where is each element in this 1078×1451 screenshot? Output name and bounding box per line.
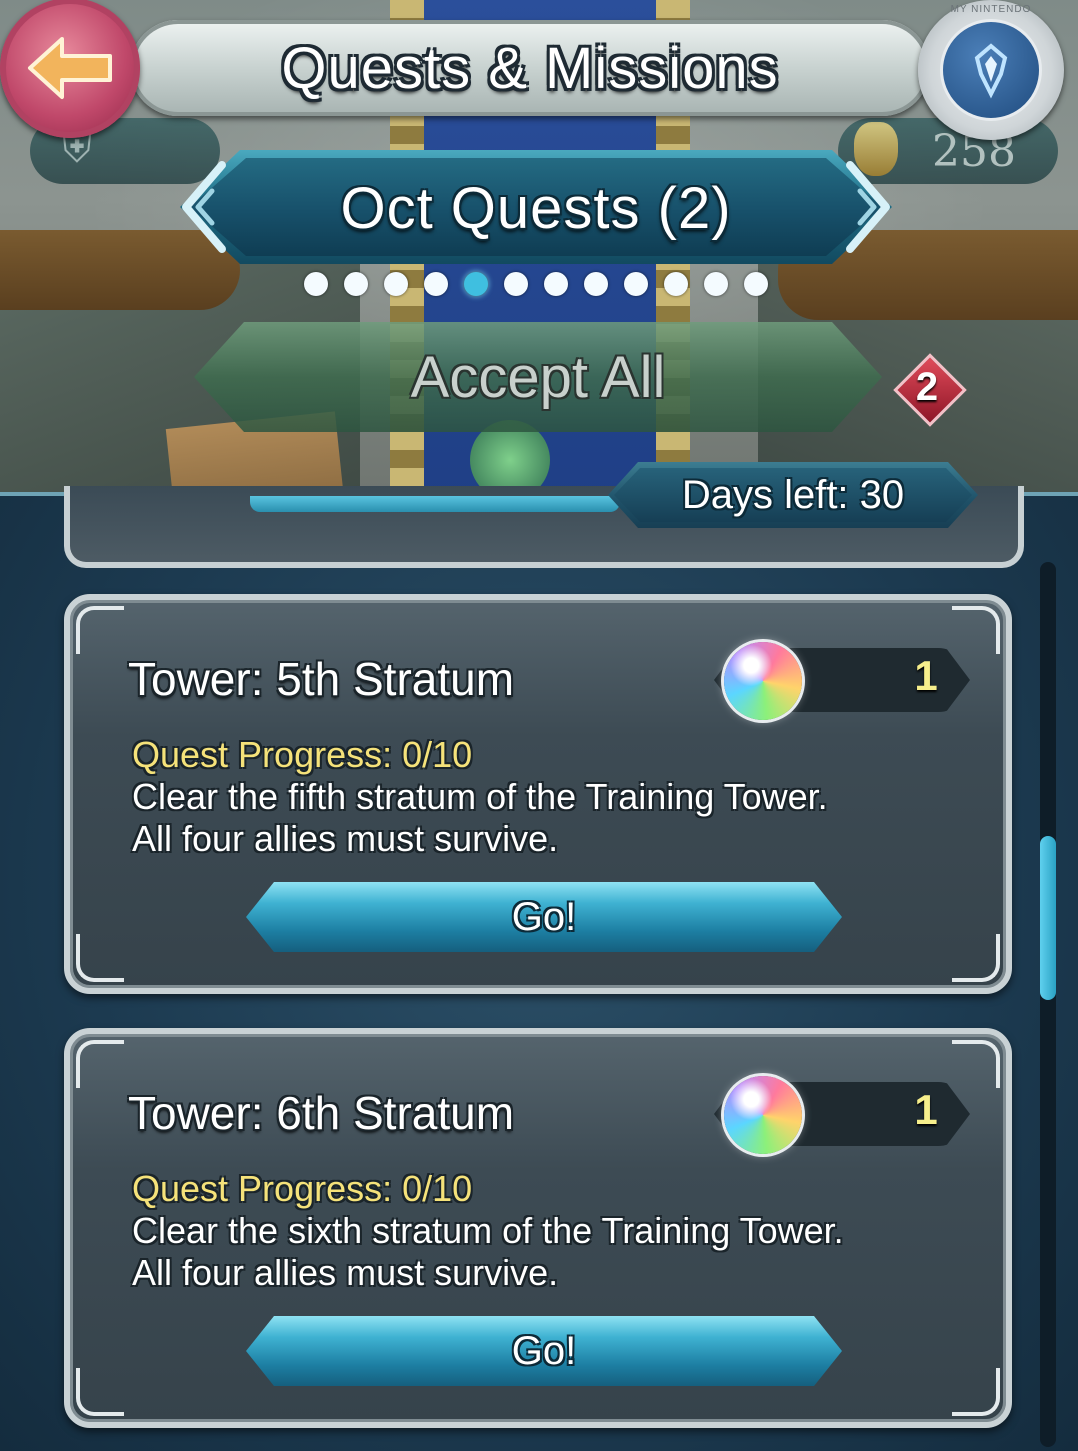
go-button-label[interactable]: Go! <box>246 882 842 952</box>
quest-description-line: All four allies must survive. <box>132 818 559 859</box>
quest-description-line: Clear the sixth stratum of the Training … <box>132 1210 844 1251</box>
quest-card-partial-button <box>250 496 620 512</box>
page-dot[interactable] <box>504 272 528 296</box>
card-corner <box>952 934 1000 982</box>
my-nintendo-badge[interactable]: MY NINTENDO <box>918 0 1064 140</box>
prev-quest-set-button[interactable] <box>160 150 250 264</box>
page-dot[interactable] <box>584 272 608 296</box>
title-bar: Quests & Missions <box>130 20 930 116</box>
page-dot[interactable] <box>544 272 568 296</box>
accept-count: 2 <box>915 364 939 409</box>
page-dot[interactable] <box>384 272 408 296</box>
chevron-left-icon <box>182 161 226 253</box>
scrollbar-thumb[interactable] <box>1040 836 1056 1000</box>
badge-ring-text: MY NINTENDO <box>950 4 1032 15</box>
page-indicator <box>304 272 768 296</box>
my-nintendo-badge-icon <box>940 19 1042 121</box>
days-left-label: Days left: 30 <box>681 472 905 517</box>
quest-progress: Quest Progress: 0/10 <box>132 1168 473 1209</box>
rainbow-orb-icon <box>724 642 802 720</box>
page-title: Quests & Missions <box>281 35 779 101</box>
card-corner <box>76 934 124 982</box>
page-dot[interactable] <box>304 272 328 296</box>
accept-all-label[interactable]: Accept All <box>194 322 882 432</box>
accept-count-badge: 2 <box>893 353 967 427</box>
card-corner <box>76 1368 124 1416</box>
quest-title: Tower: 5th Stratum <box>128 653 515 705</box>
page-dot[interactable] <box>624 272 648 296</box>
next-quest-set-button[interactable] <box>822 150 912 264</box>
quest-set-label: Oct Quests (2) <box>340 175 732 241</box>
quest-progress: Quest Progress: 0/10 <box>132 734 473 775</box>
card-corner <box>952 1368 1000 1416</box>
page-dot[interactable] <box>744 272 768 296</box>
quest-description: Clear the fifth stratum of the Training … <box>132 776 952 860</box>
reward-count: 1 <box>914 1086 938 1133</box>
page-dot[interactable] <box>424 272 448 296</box>
quest-card: Tower: 6th Stratum 1 Quest Progress: 0/1… <box>64 1028 1012 1428</box>
quest-description: Clear the sixth stratum of the Training … <box>132 1210 952 1294</box>
rainbow-orb-icon <box>724 1076 802 1154</box>
page-dot[interactable] <box>704 272 728 296</box>
quest-title: Tower: 6th Stratum <box>128 1087 515 1139</box>
card-corner <box>76 1040 124 1088</box>
card-corner <box>952 1040 1000 1088</box>
page-dot[interactable] <box>464 272 488 296</box>
reward-count: 1 <box>914 652 938 699</box>
chevron-right-icon <box>846 161 890 253</box>
card-corner <box>952 606 1000 654</box>
quest-card: Tower: 5th Stratum 1 Quest Progress: 0/1… <box>64 594 1012 994</box>
page-dot[interactable] <box>664 272 688 296</box>
back-arrow-icon <box>28 37 112 99</box>
card-corner <box>76 606 124 654</box>
quest-description-line: Clear the fifth stratum of the Training … <box>132 776 828 817</box>
scrollbar-track[interactable] <box>1040 562 1056 1447</box>
back-button[interactable] <box>0 0 140 138</box>
go-button-label[interactable]: Go! <box>246 1316 842 1386</box>
quest-description-line: All four allies must survive. <box>132 1252 559 1293</box>
page-dot[interactable] <box>344 272 368 296</box>
